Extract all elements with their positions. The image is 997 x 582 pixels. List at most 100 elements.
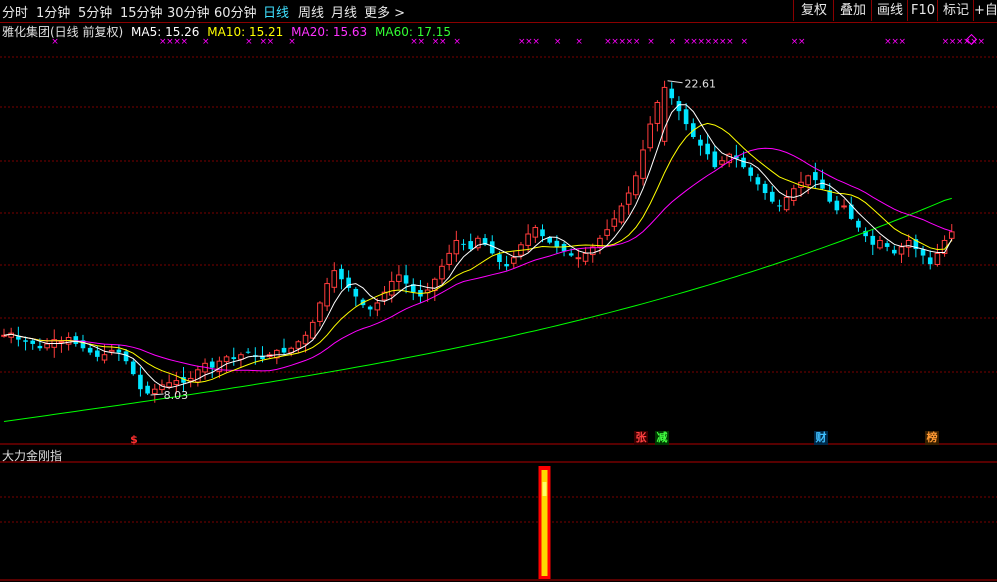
candle-body[interactable] <box>367 306 373 310</box>
candle-body[interactable] <box>339 268 344 280</box>
signal-x-mark: × <box>741 37 749 47</box>
candle-body[interactable] <box>223 356 230 363</box>
candle-body[interactable] <box>497 254 502 263</box>
marker-zhang[interactable]: 张 <box>634 431 648 445</box>
candle-body[interactable] <box>453 239 460 255</box>
candle-body[interactable] <box>95 350 100 357</box>
candle-body[interactable] <box>510 257 517 264</box>
candle-body[interactable] <box>927 257 933 265</box>
candle-body[interactable] <box>238 354 244 360</box>
candle-body[interactable] <box>532 227 539 238</box>
candle-body[interactable] <box>331 270 338 288</box>
candle-body[interactable] <box>281 347 287 353</box>
candle-body[interactable] <box>604 229 610 236</box>
candle-body[interactable] <box>618 205 625 223</box>
candle-body[interactable] <box>647 123 654 149</box>
marker-jian[interactable]: 减 <box>655 431 669 445</box>
candle-body[interactable] <box>762 183 768 194</box>
candle-body[interactable] <box>669 88 675 99</box>
candle-body[interactable] <box>166 382 172 388</box>
candle-body[interactable] <box>640 149 646 179</box>
candle-body[interactable] <box>30 340 36 344</box>
candle-body[interactable] <box>813 172 818 181</box>
candle-body[interactable] <box>777 205 782 207</box>
signal-x-mark: × <box>669 37 677 47</box>
candle-body[interactable] <box>561 243 567 252</box>
candle-body[interactable] <box>58 341 65 344</box>
candle-body[interactable] <box>446 252 452 265</box>
candle-body[interactable] <box>439 265 445 280</box>
candle-body[interactable] <box>948 231 955 239</box>
candle-body[interactable] <box>892 249 897 254</box>
candle-body[interactable] <box>295 341 302 349</box>
candle-body[interactable] <box>554 240 560 247</box>
candle-body[interactable] <box>116 349 122 353</box>
candle-body[interactable] <box>783 196 790 211</box>
candle-body[interactable] <box>934 252 941 265</box>
candle-body[interactable] <box>525 233 531 246</box>
candle-body[interactable] <box>396 274 402 282</box>
candle-body[interactable] <box>23 340 28 342</box>
candle-body[interactable] <box>73 336 79 344</box>
candle-body[interactable] <box>151 388 158 395</box>
candle-body[interactable] <box>568 253 574 256</box>
candle-body[interactable] <box>101 354 108 361</box>
candle-body[interactable] <box>388 280 395 296</box>
candle-body[interactable] <box>37 345 43 349</box>
candle-body[interactable] <box>683 109 689 125</box>
candle-body[interactable] <box>877 239 883 249</box>
candle-body[interactable] <box>712 151 718 168</box>
candle-body[interactable] <box>138 374 143 390</box>
candle-body[interactable] <box>461 243 466 245</box>
candle-body[interactable] <box>468 241 473 250</box>
marker-s[interactable]: $ <box>127 433 141 447</box>
signal-x-mark: × <box>899 37 907 47</box>
candle-body[interactable] <box>302 334 309 345</box>
candle-body[interactable] <box>654 102 661 124</box>
candle-body[interactable] <box>856 220 861 228</box>
candle-body[interactable] <box>403 275 409 284</box>
candle-body[interactable] <box>698 139 703 146</box>
candle-body[interactable] <box>791 188 797 201</box>
candle-body[interactable] <box>195 369 201 383</box>
candle-body[interactable] <box>44 343 50 349</box>
marker-cai[interactable]: 财 <box>814 431 828 445</box>
signal-x-mark: × <box>554 37 562 47</box>
candle-body[interactable] <box>209 361 215 368</box>
candle-body[interactable] <box>130 361 136 375</box>
candle-body[interactable] <box>309 321 316 339</box>
candle-body[interactable] <box>834 200 840 211</box>
candle-body[interactable] <box>187 377 194 382</box>
candle-body[interactable] <box>920 249 926 256</box>
candle-body[interactable] <box>633 175 639 196</box>
candle-body[interactable] <box>173 380 180 385</box>
candle-body[interactable] <box>870 235 876 245</box>
candle-body[interactable] <box>540 229 545 237</box>
candle-body[interactable] <box>374 302 381 311</box>
candle-body[interactable] <box>245 351 251 353</box>
candle-body[interactable] <box>805 175 811 186</box>
candle-body[interactable] <box>108 349 115 353</box>
candle-body[interactable] <box>898 246 905 255</box>
candle-body[interactable] <box>145 385 150 394</box>
candle-body[interactable] <box>317 302 323 322</box>
candle-body[interactable] <box>705 143 710 155</box>
candle-body[interactable] <box>884 243 890 247</box>
candle-body[interactable] <box>611 218 618 227</box>
candle-body[interactable] <box>582 252 589 262</box>
candle-body[interactable] <box>231 357 237 360</box>
candle-body[interactable] <box>575 257 582 260</box>
price-chart[interactable]: × × × × × × × × × × × × × × × × × × × × × × × × × × × × × × × × × × × × × × × ×… <box>0 0 997 582</box>
candle-body[interactable] <box>353 288 359 297</box>
candle-body[interactable] <box>748 167 754 176</box>
candle-body[interactable] <box>719 160 725 165</box>
candle-body[interactable] <box>87 347 93 353</box>
candle-body[interactable] <box>625 192 632 205</box>
candle-body[interactable] <box>504 264 509 267</box>
candle-body[interactable] <box>841 205 847 208</box>
candle-body[interactable] <box>755 177 761 185</box>
marker-bang[interactable]: 榜 <box>925 431 939 445</box>
signal-x-mark: × <box>267 37 275 47</box>
candle-body[interactable] <box>324 283 330 307</box>
candle-body[interactable] <box>769 191 775 202</box>
